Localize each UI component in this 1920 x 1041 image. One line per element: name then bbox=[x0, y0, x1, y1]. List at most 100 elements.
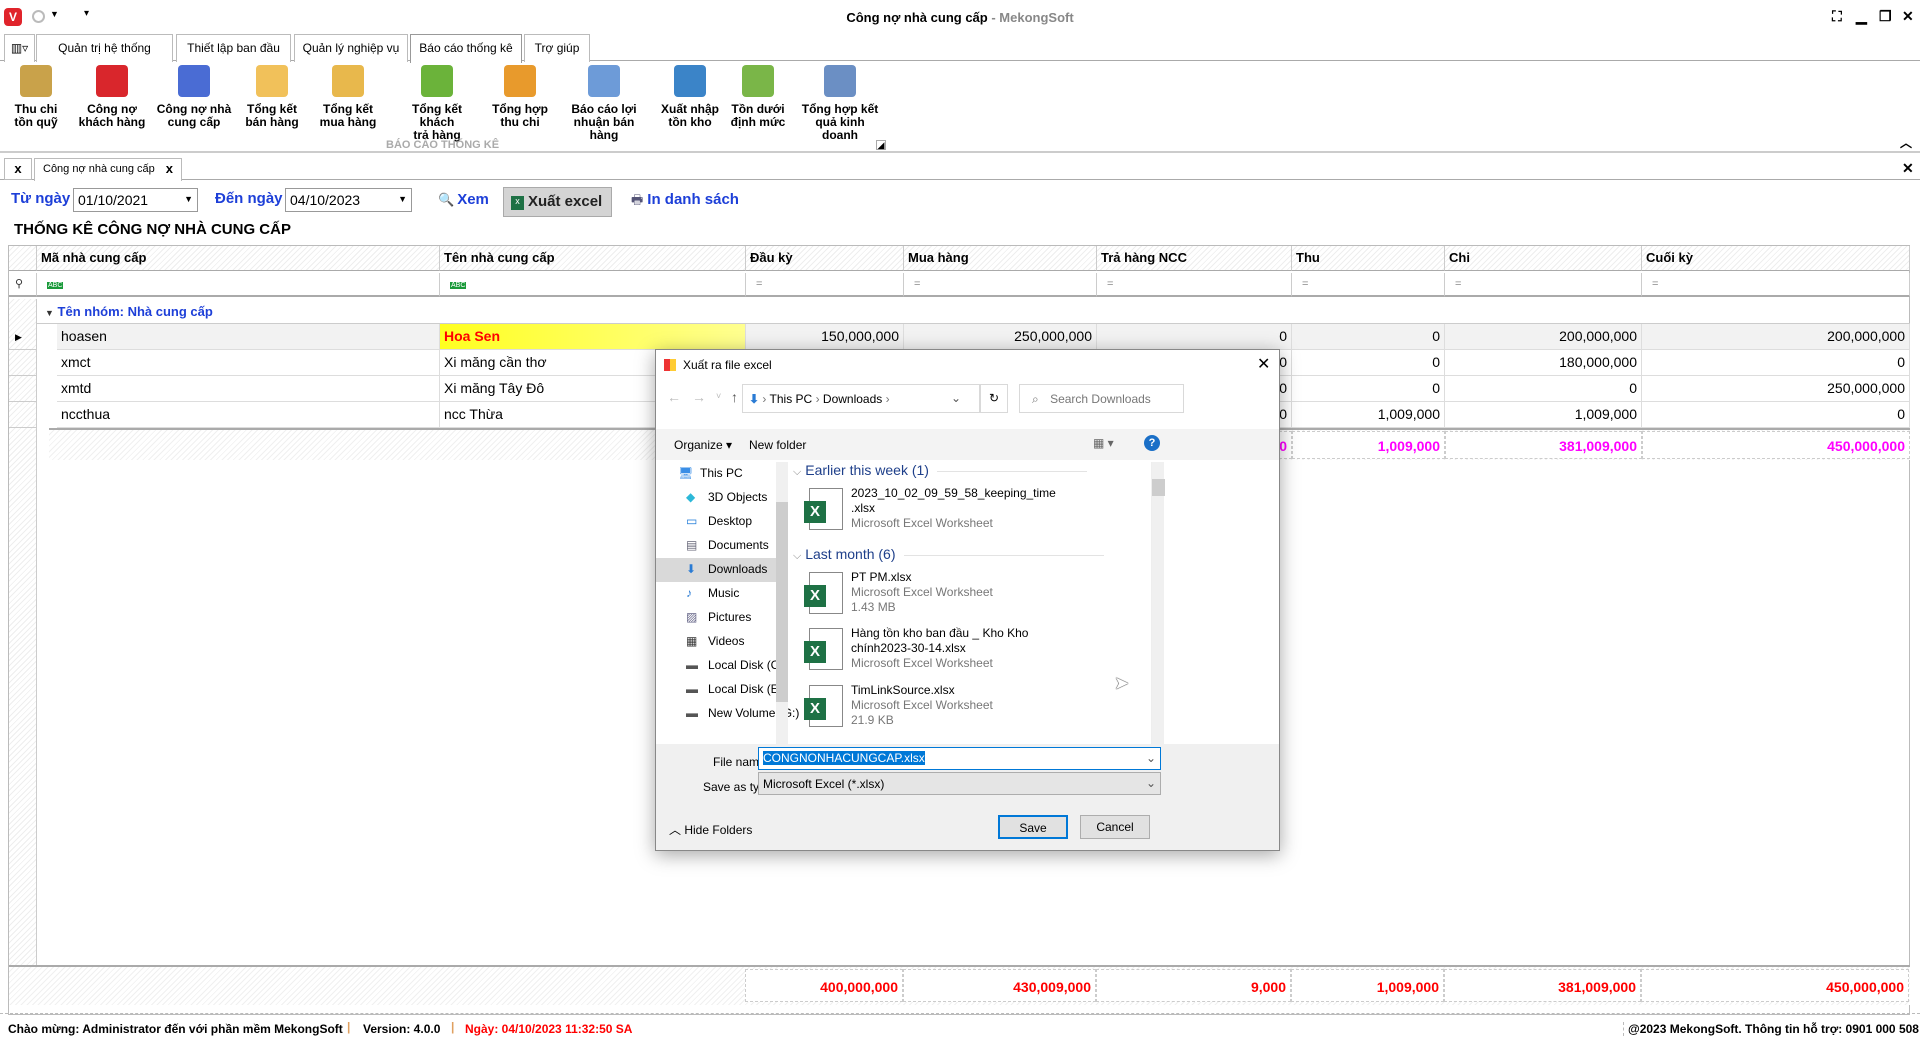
cell-chi[interactable]: 1,009,000 bbox=[1445, 402, 1642, 428]
cell-ma-ncc[interactable]: hoasen bbox=[57, 324, 440, 350]
minimize-icon[interactable]: ▁ bbox=[1856, 8, 1867, 25]
cell-thu[interactable]: 0 bbox=[1292, 376, 1445, 402]
column-header-cuoi-ky[interactable]: Cuối kỳ bbox=[1642, 246, 1910, 271]
filter-pin-icon[interactable]: ⚲ bbox=[9, 273, 37, 297]
cell-tra-hang-ncc[interactable]: 0 bbox=[1097, 324, 1292, 350]
app-menu-button[interactable]: ▥▿ bbox=[4, 34, 35, 62]
cell-cuoi-ky[interactable]: 200,000,000 bbox=[1642, 324, 1910, 350]
ribbon-button-bao-cao-loi-nhuan[interactable]: Báo cáo lợi nhuận bán hàng bbox=[562, 65, 646, 142]
view-button[interactable]: 🔍 Xem bbox=[434, 189, 493, 213]
breadcrumb-this-pc[interactable]: This PC bbox=[770, 392, 813, 406]
ribbon-button-tong-ket-mua-hang[interactable]: Tổng kết mua hàng bbox=[306, 65, 390, 129]
help-icon[interactable]: ? bbox=[1144, 435, 1160, 451]
save-button[interactable]: Save bbox=[998, 815, 1068, 839]
forward-icon[interactable]: → bbox=[692, 389, 706, 405]
filter-cell-mua-hang[interactable]: = bbox=[904, 273, 1097, 297]
filter-cell-thu[interactable]: = bbox=[1292, 273, 1445, 297]
cell-thu[interactable]: 0 bbox=[1292, 350, 1445, 376]
tab-tro-giup[interactable]: Trợ giúp bbox=[524, 34, 590, 62]
up-icon[interactable]: ↑ bbox=[731, 389, 738, 405]
cell-chi[interactable]: 0 bbox=[1445, 376, 1642, 402]
column-header-chi[interactable]: Chi bbox=[1445, 246, 1642, 271]
cell-ma-ncc[interactable]: nccthua bbox=[57, 402, 440, 428]
chevron-down-icon[interactable]: ▼ bbox=[184, 194, 193, 204]
nav-item-this-pc[interactable]: 🖥 This PC bbox=[656, 462, 776, 486]
cell-thu[interactable]: 1,009,000 bbox=[1292, 402, 1445, 428]
collapse-ribbon-icon[interactable]: ︿ bbox=[1900, 134, 1912, 151]
doc-tab-close-icon[interactable]: x bbox=[166, 161, 173, 176]
column-header-thu[interactable]: Thu bbox=[1292, 246, 1445, 271]
chevron-down-icon[interactable]: ⌄ bbox=[1146, 776, 1156, 790]
file-item[interactable]: X Hàng tồn kho ban đầu _ Kho Kho chính202… bbox=[804, 626, 1139, 682]
nav-item-3d-objects[interactable]: ◆ 3D Objects bbox=[656, 486, 776, 510]
column-header-ma-ncc[interactable]: Mã nhà cung cấp bbox=[37, 246, 440, 271]
file-item[interactable]: X 2023_10_02_09_59_58_keeping_time .xlsx M… bbox=[804, 486, 1139, 542]
tab-quan-ly-nghiep-vu[interactable]: Quản lý nghiệp vụ bbox=[294, 34, 408, 62]
ribbon-button-ton-duoi-dinh-muc[interactable]: Tồn dưới định mức bbox=[716, 65, 800, 129]
save-type-select[interactable]: Microsoft Excel (*.xlsx) ⌄ bbox=[758, 772, 1161, 795]
group-row[interactable]: ▼ Tên nhóm: Nhà cung cấp bbox=[37, 299, 1910, 324]
to-date-input[interactable]: 04/10/2023 ▼ bbox=[285, 188, 412, 212]
nav-item-videos[interactable]: ▦ Videos bbox=[656, 630, 776, 654]
hide-folders-button[interactable]: ︿ Hide Folders bbox=[669, 821, 752, 838]
column-header-dau-ky[interactable]: Đầu kỳ bbox=[746, 246, 904, 271]
ribbon-button-tong-ket-khach-tra-hang[interactable]: Tổng kết khách trả hàng bbox=[395, 65, 479, 142]
cell-cuoi-ky[interactable]: 0 bbox=[1642, 350, 1910, 376]
filter-cell-chi[interactable]: = bbox=[1445, 273, 1642, 297]
refresh-button[interactable]: ↻ bbox=[980, 384, 1008, 413]
doc-tab-cong-no-ncc[interactable]: Công nợ nhà cung cấp x bbox=[34, 158, 182, 181]
from-date-input[interactable]: 01/10/2021 ▼ bbox=[73, 188, 198, 212]
nav-item-pictures[interactable]: ▨ Pictures bbox=[656, 606, 776, 630]
ribbon-button-cong-no-nha-cung-cap[interactable]: Công nợ nhà cung cấp bbox=[152, 65, 236, 129]
file-group-header[interactable]: ⌵ Earlier this week (1) bbox=[793, 462, 1143, 479]
cell-chi[interactable]: 180,000,000 bbox=[1445, 350, 1642, 376]
cell-cuoi-ky[interactable]: 0 bbox=[1642, 402, 1910, 428]
ribbon-button-thu-chi-ton-quy[interactable]: Thu chi tồn quỹ bbox=[0, 65, 78, 129]
filter-cell-ten-ncc[interactable]: ABC bbox=[440, 273, 746, 297]
ribbon-button-tong-ket-ban-hang[interactable]: Tổng kết bán hàng bbox=[230, 65, 314, 129]
address-bar[interactable]: ⬇ › This PC › Downloads › ⌄ bbox=[742, 384, 980, 413]
fullscreen-icon[interactable]: ⛶ bbox=[1832, 8, 1842, 25]
nav-item-desktop[interactable]: ▭ Desktop bbox=[656, 510, 776, 534]
cell-ten-ncc[interactable]: Hoa Sen bbox=[440, 324, 746, 350]
row-indicator[interactable]: ▶ bbox=[9, 324, 37, 350]
file-group-header[interactable]: ⌵ Last month (6) bbox=[793, 546, 1143, 563]
nav-item-documents[interactable]: ▤ Documents bbox=[656, 534, 776, 558]
chevron-down-icon[interactable]: ▼ bbox=[398, 194, 407, 204]
group-expand-icon[interactable]: ◢ bbox=[876, 140, 886, 150]
nav-scrollbar[interactable] bbox=[776, 462, 788, 745]
close-icon[interactable]: ✕ bbox=[1902, 8, 1914, 25]
cell-thu[interactable]: 0 bbox=[1292, 324, 1445, 350]
file-item[interactable]: X PT PM.xlsx Microsoft Excel Worksheet 1.43… bbox=[804, 570, 1139, 626]
tab-thiet-lap-ban-dau[interactable]: Thiết lập ban đầu bbox=[176, 34, 291, 62]
recent-dropdown-icon[interactable]: ˅ bbox=[716, 391, 721, 401]
ribbon-button-cong-no-khach-hang[interactable]: Công nợ khách hàng bbox=[70, 65, 154, 129]
nav-item-local-disk-e-[interactable]: ▬ Local Disk (E:) bbox=[656, 678, 786, 702]
column-header-tra-hang-ncc[interactable]: Trả hàng NCC bbox=[1097, 246, 1292, 271]
search-downloads-input[interactable]: ⌕ Search Downloads bbox=[1019, 384, 1184, 413]
view-options-icon[interactable]: ▦ ▾ bbox=[1093, 436, 1114, 450]
close-all-tabs-icon[interactable]: x bbox=[4, 158, 32, 180]
cell-chi[interactable]: 200,000,000 bbox=[1445, 324, 1642, 350]
dialog-close-icon[interactable]: ✕ bbox=[1257, 354, 1270, 374]
cell-ma-ncc[interactable]: xmct bbox=[57, 350, 440, 376]
organize-button[interactable]: Organize ▾ bbox=[674, 438, 732, 452]
nav-item-downloads[interactable]: ⬇ Downloads bbox=[656, 558, 776, 582]
collapse-group-icon[interactable]: ▼ bbox=[45, 308, 54, 318]
new-folder-button[interactable]: New folder bbox=[749, 438, 806, 452]
breadcrumb-downloads[interactable]: Downloads bbox=[823, 392, 882, 406]
file-name-input[interactable]: CONGNONHACUNGCAP.xlsx ⌄ bbox=[758, 747, 1161, 770]
file-list-scrollbar[interactable] bbox=[1151, 462, 1165, 745]
column-header-mua-hang[interactable]: Mua hàng bbox=[904, 246, 1097, 271]
address-dropdown-icon[interactable]: ⌄ bbox=[951, 391, 961, 405]
filter-cell-ma-ncc[interactable]: ABC bbox=[37, 273, 440, 297]
cell-mua-hang[interactable]: 250,000,000 bbox=[904, 324, 1097, 350]
nav-item-music[interactable]: ♪ Music bbox=[656, 582, 776, 606]
filter-cell-dau-ky[interactable]: = bbox=[746, 273, 904, 297]
ribbon-button-tong-hop-thu-chi[interactable]: Tổng hợp thu chi bbox=[478, 65, 562, 129]
export-excel-button[interactable]: x Xuất excel bbox=[503, 187, 612, 217]
filter-cell-cuoi-ky[interactable]: = bbox=[1642, 273, 1910, 297]
print-list-button[interactable]: 🖶 In danh sách bbox=[627, 189, 743, 213]
close-panel-icon[interactable]: ✕ bbox=[1902, 160, 1914, 177]
cell-ma-ncc[interactable]: xmtd bbox=[57, 376, 440, 402]
